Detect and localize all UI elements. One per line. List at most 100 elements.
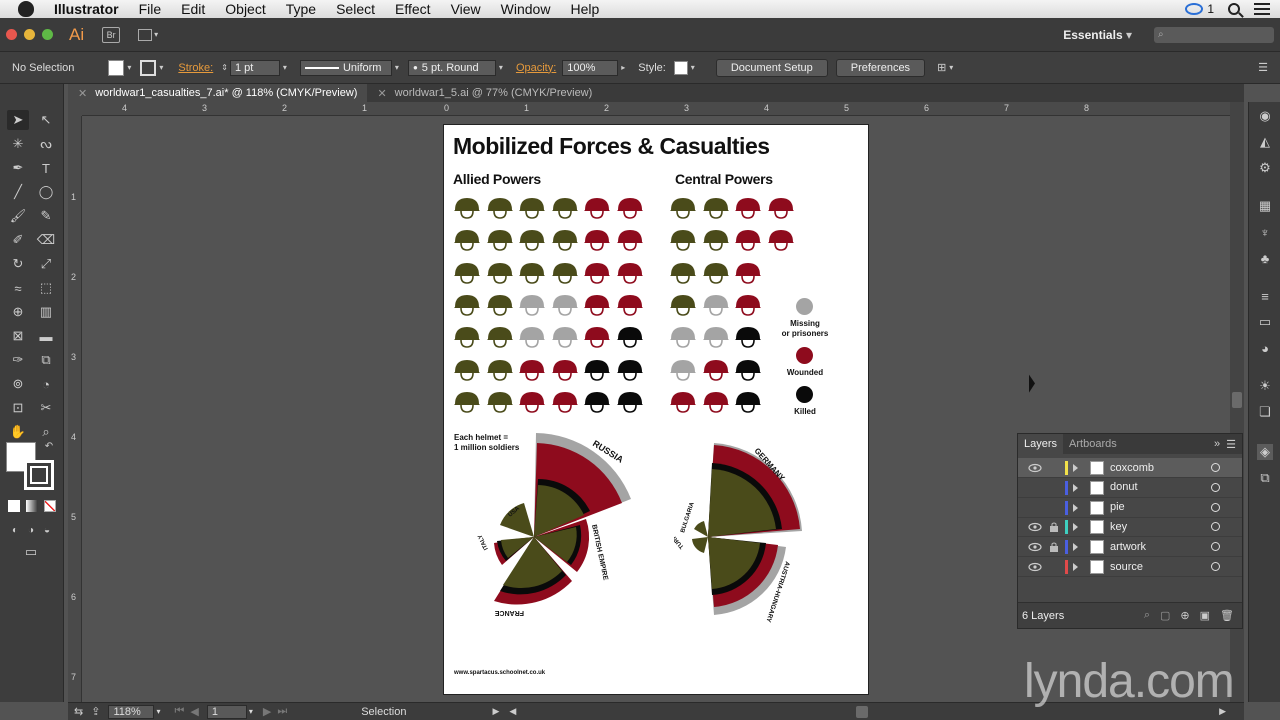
menu-help[interactable]: Help bbox=[560, 1, 609, 17]
rotate-tool-icon[interactable]: ↻ bbox=[7, 254, 29, 274]
lock-toggle[interactable] bbox=[1049, 463, 1059, 473]
column-graph-tool-icon[interactable]: ◔ bbox=[35, 374, 57, 394]
color-guide-icon[interactable]: ◭ bbox=[1257, 134, 1273, 150]
layer-name[interactable]: artwork bbox=[1110, 541, 1146, 553]
gradient-tool-icon[interactable]: ▬ bbox=[35, 326, 57, 346]
stroke-weight-field[interactable]: 1 pt bbox=[229, 59, 280, 76]
apple-icon[interactable] bbox=[18, 1, 34, 17]
eyedropper-tool-icon[interactable]: ✑ bbox=[7, 350, 29, 370]
color-mode-button[interactable] bbox=[8, 500, 20, 512]
opacity-slider-button[interactable]: ▸ bbox=[618, 60, 628, 76]
lock-icon[interactable] bbox=[1049, 522, 1059, 533]
stroke-panel-icon[interactable]: ≡ bbox=[1257, 288, 1273, 304]
brush-dropdown[interactable]: ▾ bbox=[496, 60, 506, 76]
last-artboard-button[interactable]: ⏭ bbox=[277, 705, 287, 718]
paintbrush-tool-icon[interactable]: 🖌 bbox=[7, 206, 29, 226]
make-clipping-mask-icon[interactable]: ▢ bbox=[1160, 609, 1170, 622]
mesh-tool-icon[interactable]: ⊠ bbox=[7, 326, 29, 346]
scroll-left-arrow[interactable]: ◀ bbox=[509, 706, 516, 717]
chart-tool-icon[interactable]: ▥ bbox=[35, 302, 57, 322]
close-window-button[interactable] bbox=[6, 29, 17, 40]
direct-selection-tool-icon[interactable]: ↖ bbox=[35, 110, 57, 130]
share-icon[interactable]: ⇪ bbox=[91, 705, 100, 718]
brush-definition[interactable]: ● 5 pt. Round bbox=[407, 59, 496, 76]
swatches-panel-icon[interactable]: ▦ bbox=[1257, 198, 1273, 214]
stroke-stepper[interactable]: ⇕ bbox=[221, 63, 228, 72]
layer-target-icon[interactable] bbox=[1211, 482, 1220, 492]
artboard[interactable]: Mobilized Forces & Casualties Allied Pow… bbox=[443, 124, 869, 695]
symbols-panel-icon[interactable]: ♣ bbox=[1257, 250, 1273, 266]
zoom-window-button[interactable] bbox=[42, 29, 53, 40]
expand-layer-triangle[interactable] bbox=[1073, 483, 1078, 492]
expand-layer-triangle[interactable] bbox=[1073, 503, 1078, 512]
color-panel-icon[interactable]: ◉ bbox=[1257, 108, 1273, 124]
align-options-dropdown[interactable]: ▾ bbox=[946, 60, 956, 76]
layer-name[interactable]: pie bbox=[1110, 501, 1125, 513]
layer-target-icon[interactable] bbox=[1211, 542, 1220, 552]
vertical-ruler[interactable]: 1 2 3 4 5 6 7 bbox=[68, 116, 82, 702]
visibility-eye-icon[interactable] bbox=[1028, 463, 1042, 473]
layer-row-artwork[interactable]: artwork bbox=[1018, 537, 1242, 558]
layer-target-icon[interactable] bbox=[1211, 502, 1220, 512]
workspace-switcher[interactable]: Essentials ▾ bbox=[1063, 28, 1132, 42]
lock-icon[interactable] bbox=[1049, 542, 1059, 553]
symbol-sprayer-tool-icon[interactable]: ⊚ bbox=[7, 374, 29, 394]
lock-toggle[interactable] bbox=[1049, 562, 1059, 572]
align-options-icon[interactable]: ⊞ bbox=[937, 61, 946, 74]
expand-layer-triangle[interactable] bbox=[1073, 563, 1078, 571]
ruler-origin[interactable] bbox=[68, 102, 82, 116]
artboards-panel-icon[interactable]: ⧉ bbox=[1257, 470, 1273, 486]
stroke-swatch-dropdown[interactable]: ▾ bbox=[156, 60, 166, 76]
lock-toggle[interactable] bbox=[1049, 503, 1059, 513]
gradient-mode-button[interactable] bbox=[26, 500, 38, 512]
lasso-tool-icon[interactable]: ᔓ bbox=[35, 134, 57, 154]
menu-edit[interactable]: Edit bbox=[171, 1, 215, 17]
layer-row-pie[interactable]: pie bbox=[1018, 498, 1242, 518]
draw-inside-icon[interactable]: ◒ bbox=[36, 520, 58, 540]
layer-name[interactable]: donut bbox=[1110, 481, 1138, 493]
layer-name[interactable]: coxcomb bbox=[1110, 462, 1154, 474]
pencil-tool-icon[interactable]: ✎ bbox=[35, 206, 57, 226]
graphic-style-dropdown[interactable]: ▾ bbox=[688, 60, 698, 76]
layer-target-icon[interactable] bbox=[1211, 463, 1220, 472]
selection-tool-icon[interactable]: ➤ bbox=[7, 110, 29, 130]
type-tool-icon[interactable]: T bbox=[35, 158, 57, 178]
menu-object[interactable]: Object bbox=[215, 1, 275, 17]
close-tab-icon[interactable]: ✕ bbox=[78, 87, 87, 100]
status-toggle-icon[interactable]: ⇆ bbox=[74, 705, 83, 718]
scrollbar-thumb[interactable] bbox=[1232, 392, 1242, 408]
magic-wand-tool-icon[interactable]: ✳ bbox=[7, 134, 29, 154]
menu-file[interactable]: File bbox=[129, 1, 172, 17]
collapse-panel-icon[interactable]: » bbox=[1214, 438, 1220, 450]
spotlight-search-icon[interactable] bbox=[1228, 3, 1240, 15]
gradient-panel-icon[interactable]: ▭ bbox=[1257, 314, 1273, 330]
control-panel-menu-icon[interactable]: ☰ bbox=[1258, 61, 1268, 74]
layers-panel-icon[interactable]: ◈ bbox=[1257, 444, 1273, 460]
ellipse-tool-icon[interactable]: ◯ bbox=[35, 182, 57, 202]
visibility-eye-icon[interactable] bbox=[1028, 542, 1042, 552]
layer-name[interactable]: source bbox=[1110, 561, 1143, 573]
eraser-tool-icon[interactable]: ⌫ bbox=[35, 230, 57, 250]
blob-brush-tool-icon[interactable]: ✐ bbox=[7, 230, 29, 250]
creative-cloud-icon[interactable] bbox=[1185, 3, 1204, 15]
layer-name[interactable]: key bbox=[1110, 521, 1127, 533]
menu-effect[interactable]: Effect bbox=[385, 1, 441, 17]
line-tool-icon[interactable]: ╱ bbox=[7, 182, 29, 202]
free-transform-tool-icon[interactable]: ⬚ bbox=[35, 278, 57, 298]
help-search-input[interactable]: ⌕ bbox=[1154, 26, 1274, 43]
stroke-label[interactable]: Stroke: bbox=[178, 62, 213, 74]
new-layer-icon[interactable]: ▣ bbox=[1200, 609, 1210, 622]
profile-dropdown[interactable]: ▾ bbox=[392, 60, 402, 76]
stroke-swatch[interactable] bbox=[140, 59, 157, 76]
menu-view[interactable]: View bbox=[441, 1, 491, 17]
visibility-eye-icon[interactable] bbox=[1028, 562, 1042, 572]
next-artboard-button[interactable]: ▶ bbox=[263, 705, 271, 718]
new-sublayer-icon[interactable]: ⊕ bbox=[1180, 609, 1189, 622]
graphic-style-swatch[interactable] bbox=[673, 60, 688, 75]
layer-row-source[interactable]: source bbox=[1018, 557, 1242, 577]
layer-target-icon[interactable] bbox=[1211, 522, 1220, 532]
menu-app[interactable]: Illustrator bbox=[44, 1, 129, 17]
stroke-weight-dropdown[interactable]: ▾ bbox=[280, 60, 290, 76]
tab-artboards[interactable]: Artboards bbox=[1063, 434, 1123, 454]
zoom-field[interactable]: 118% bbox=[108, 704, 155, 719]
